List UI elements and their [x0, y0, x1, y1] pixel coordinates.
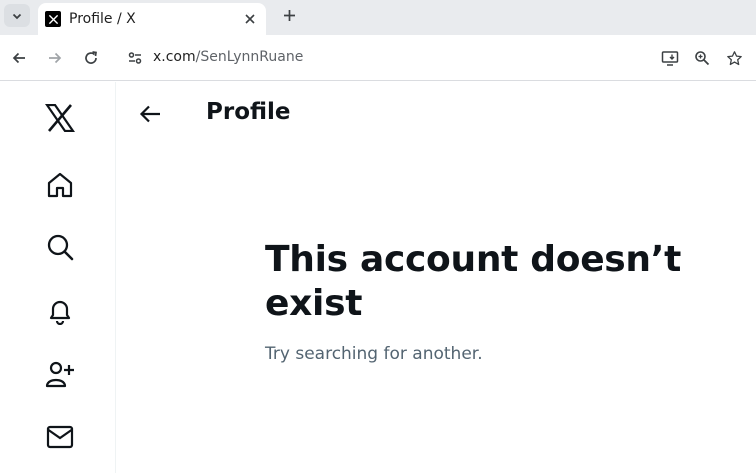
x-logo-icon — [45, 104, 75, 132]
back-button[interactable] — [135, 99, 165, 129]
tab-search-button[interactable] — [4, 4, 30, 27]
sidebar-item-explore[interactable] — [42, 229, 78, 265]
new-tab-button[interactable] — [278, 4, 300, 26]
forward-button[interactable] — [43, 46, 67, 70]
close-icon — [245, 14, 255, 24]
reload-button[interactable] — [79, 46, 103, 70]
bookmark-button[interactable] — [722, 46, 746, 70]
address-bar[interactable]: x.com/SenLynnRuane — [153, 49, 303, 65]
home-icon — [47, 172, 73, 198]
sidebar-item-home[interactable] — [42, 167, 78, 203]
search-icon — [47, 234, 74, 261]
site-info-icon — [128, 52, 142, 64]
sidebar-item-notifications[interactable] — [42, 293, 78, 329]
url-path: /SenLynnRuane — [195, 49, 304, 65]
site-info-button[interactable] — [124, 46, 146, 70]
zoom-icon — [695, 51, 710, 66]
back-icon — [12, 52, 25, 64]
back-button[interactable] — [7, 46, 31, 70]
sidebar-item-x-home-logo[interactable] — [42, 100, 78, 136]
browser-toolbar: x.com/SenLynnRuane — [0, 35, 756, 81]
zoom-button[interactable] — [690, 46, 714, 70]
browser-tab[interactable]: Profile / X — [38, 3, 266, 35]
sidebar-item-messages[interactable] — [42, 419, 78, 455]
follow-person-add-icon — [45, 361, 74, 388]
notifications-bell-icon — [49, 300, 71, 325]
tab-title: Profile / X — [69, 11, 136, 27]
close-tab-button[interactable] — [240, 9, 260, 29]
x-logo-icon — [45, 11, 61, 27]
account-not-found-message: This account doesn’t exist Try searching… — [265, 238, 725, 364]
plus-icon — [283, 9, 295, 21]
reload-icon — [85, 51, 97, 64]
forward-icon — [49, 52, 62, 64]
install-app-button[interactable] — [658, 46, 682, 70]
url-host: x.com — [153, 49, 196, 65]
empty-state-title: This account doesn’t exist — [265, 239, 682, 324]
sidebar-item-follow[interactable] — [42, 356, 78, 392]
sidebar-nav — [0, 82, 116, 473]
page-title: Profile — [206, 99, 291, 125]
tab-strip: Profile / X — [0, 0, 756, 35]
empty-state-subtitle: Try searching for another. — [265, 344, 483, 364]
bookmark-star-icon — [726, 50, 742, 65]
arrow-left-icon — [139, 105, 160, 123]
install-app-icon — [661, 51, 679, 66]
messages-envelope-icon — [46, 425, 74, 449]
chevron-down-icon — [12, 13, 22, 19]
profile-header: Profile — [117, 82, 756, 148]
